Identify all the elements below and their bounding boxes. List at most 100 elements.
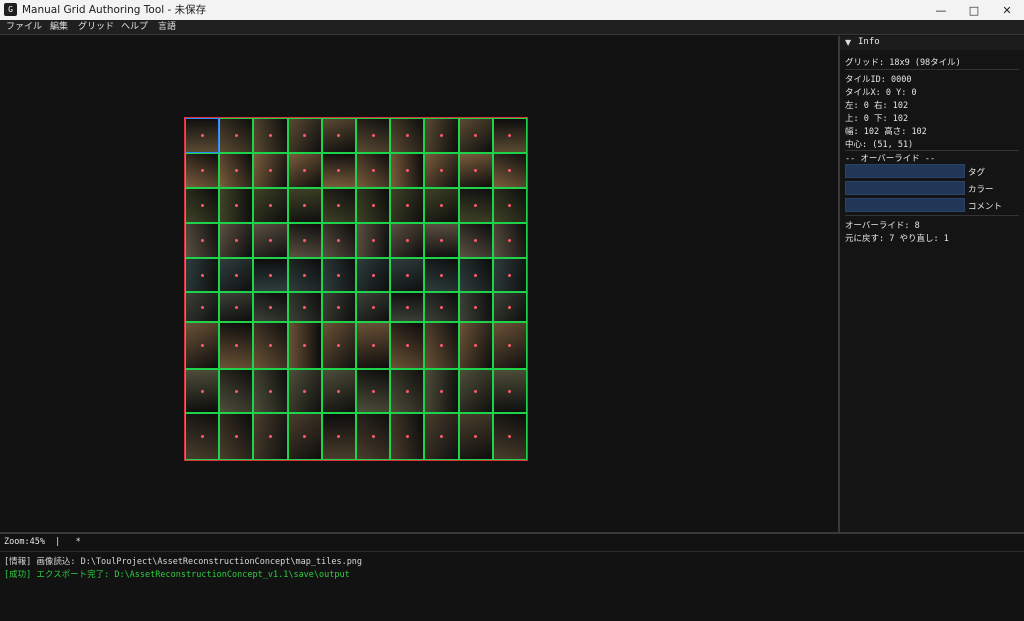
grid-tile[interactable]: [321, 222, 356, 258]
grid-tile[interactable]: [287, 152, 322, 188]
grid-tile[interactable]: [492, 322, 527, 370]
info-panel-header[interactable]: ▼ Info: [840, 36, 1024, 50]
grid-tile[interactable]: [356, 292, 391, 323]
grid-tile[interactable]: [321, 322, 356, 370]
grid-tile[interactable]: [458, 322, 493, 370]
grid-tile[interactable]: [390, 257, 425, 293]
grid-tile[interactable]: [219, 369, 254, 413]
comment-input[interactable]: [845, 198, 965, 212]
grid-tile[interactable]: [356, 222, 391, 258]
grid-tile[interactable]: [185, 322, 220, 370]
menu-edit[interactable]: 編集: [50, 21, 68, 34]
grid-tile[interactable]: [253, 118, 288, 153]
grid-tile[interactable]: [390, 322, 425, 370]
grid-tile[interactable]: [492, 118, 527, 153]
grid-tile[interactable]: [287, 187, 322, 223]
grid-tile[interactable]: [253, 369, 288, 413]
grid-tile[interactable]: [321, 257, 356, 293]
grid-tile[interactable]: [321, 369, 356, 413]
grid-tile[interactable]: [390, 152, 425, 188]
grid-tile[interactable]: [219, 322, 254, 370]
grid-tile[interactable]: [253, 152, 288, 188]
close-icon[interactable]: ✕: [990, 0, 1024, 20]
grid-tile[interactable]: [185, 118, 220, 153]
collapse-triangle-icon[interactable]: ▼: [845, 38, 851, 47]
grid-tile[interactable]: [185, 412, 220, 460]
grid-tile[interactable]: [219, 187, 254, 223]
grid-tile[interactable]: [492, 292, 527, 323]
grid-tile[interactable]: [287, 292, 322, 323]
grid-tile[interactable]: [253, 322, 288, 370]
grid-tile[interactable]: [492, 222, 527, 258]
grid-tile[interactable]: [287, 257, 322, 293]
grid-tile[interactable]: [253, 257, 288, 293]
grid-tile[interactable]: [390, 118, 425, 153]
grid-tile[interactable]: [492, 152, 527, 188]
grid-tile[interactable]: [185, 222, 220, 258]
grid-tile[interactable]: [492, 187, 527, 223]
grid-tile[interactable]: [458, 369, 493, 413]
maximize-icon[interactable]: □: [957, 0, 991, 20]
grid-tile[interactable]: [219, 152, 254, 188]
grid-tile[interactable]: [458, 412, 493, 460]
menu-grid[interactable]: グリッド: [78, 21, 114, 34]
grid-tile[interactable]: [287, 222, 322, 258]
grid-tile[interactable]: [253, 292, 288, 323]
grid-tile[interactable]: [492, 412, 527, 460]
grid-tile[interactable]: [185, 152, 220, 188]
grid-tile[interactable]: [356, 369, 391, 413]
grid-tile[interactable]: [287, 118, 322, 153]
grid-tile[interactable]: [253, 412, 288, 460]
grid-tile[interactable]: [219, 257, 254, 293]
grid-tile[interactable]: [219, 222, 254, 258]
grid-tile[interactable]: [458, 257, 493, 293]
tile-sheet[interactable]: [184, 117, 528, 461]
grid-tile[interactable]: [424, 152, 459, 188]
grid-tile[interactable]: [219, 292, 254, 323]
canvas-viewport[interactable]: [0, 36, 838, 532]
grid-tile[interactable]: [321, 187, 356, 223]
grid-tile[interactable]: [321, 292, 356, 323]
grid-tile[interactable]: [424, 412, 459, 460]
grid-tile[interactable]: [185, 369, 220, 413]
grid-tile[interactable]: [390, 292, 425, 323]
grid-tile[interactable]: [185, 187, 220, 223]
grid-tile[interactable]: [356, 187, 391, 223]
grid-tile[interactable]: [458, 118, 493, 153]
grid-tile[interactable]: [424, 292, 459, 323]
grid-tile[interactable]: [424, 187, 459, 223]
grid-tile[interactable]: [356, 322, 391, 370]
grid-tile[interactable]: [424, 322, 459, 370]
grid-tile[interactable]: [492, 257, 527, 293]
grid-tile[interactable]: [287, 369, 322, 413]
grid-tile[interactable]: [458, 292, 493, 323]
grid-tile[interactable]: [458, 187, 493, 223]
grid-tile[interactable]: [424, 257, 459, 293]
grid-tile[interactable]: [492, 369, 527, 413]
grid-tile[interactable]: [321, 152, 356, 188]
minimize-icon[interactable]: —: [924, 0, 958, 20]
grid-tile[interactable]: [424, 369, 459, 413]
grid-tile[interactable]: [219, 412, 254, 460]
grid-tile[interactable]: [185, 257, 220, 293]
grid-tile[interactable]: [321, 118, 356, 153]
grid-tile[interactable]: [321, 412, 356, 460]
grid-tile[interactable]: [458, 222, 493, 258]
grid-tile[interactable]: [424, 222, 459, 258]
grid-tile[interactable]: [390, 412, 425, 460]
grid-tile[interactable]: [424, 118, 459, 153]
grid-tile[interactable]: [287, 412, 322, 460]
grid-tile[interactable]: [287, 322, 322, 370]
grid-tile[interactable]: [356, 412, 391, 460]
color-input[interactable]: [845, 181, 965, 195]
grid-tile[interactable]: [390, 222, 425, 258]
menu-file[interactable]: ファイル: [6, 21, 42, 34]
grid-tile[interactable]: [356, 152, 391, 188]
grid-tile[interactable]: [185, 292, 220, 323]
tag-input[interactable]: [845, 164, 965, 178]
grid-tile[interactable]: [219, 118, 254, 153]
grid-tile[interactable]: [356, 118, 391, 153]
grid-tile[interactable]: [253, 222, 288, 258]
grid-tile[interactable]: [390, 187, 425, 223]
grid-tile[interactable]: [458, 152, 493, 188]
